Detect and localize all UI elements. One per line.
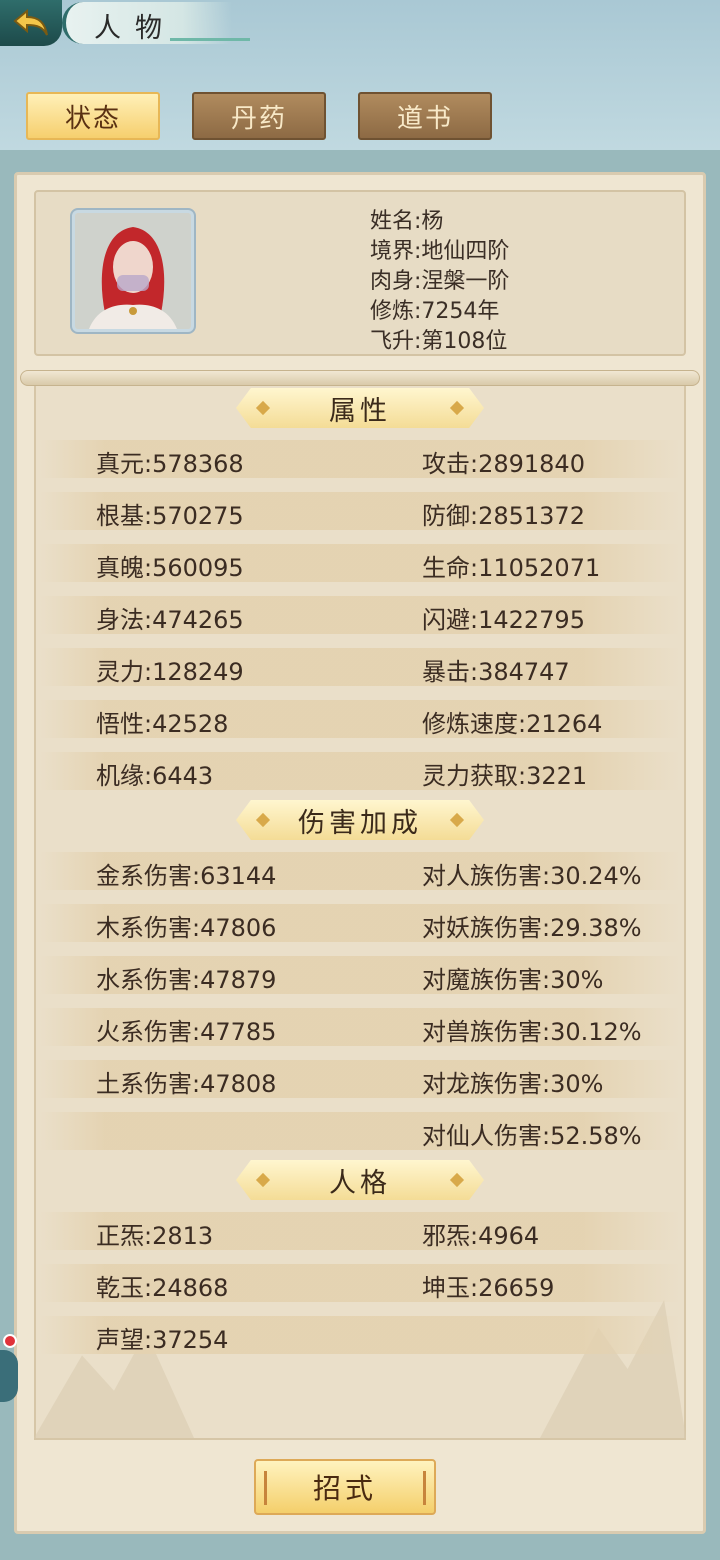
side-drawer-tab[interactable] xyxy=(0,1350,18,1402)
stat-righteous-qi: 正炁:2813 xyxy=(96,1222,214,1250)
stat-dodge: 闪避:1422795 xyxy=(422,606,585,634)
stat-qian-jade: 乾玉:24868 xyxy=(96,1274,229,1302)
tab-pills-label: 丹药 xyxy=(230,103,287,134)
skills-button[interactable]: 招式 xyxy=(254,1459,436,1515)
character-avatar[interactable] xyxy=(72,210,194,332)
stat-evil-qi: 邪炁:4964 xyxy=(422,1222,540,1250)
stat-wood-damage: 木系伤害:47806 xyxy=(96,914,277,942)
stat-true-essence: 真元:578368 xyxy=(96,450,244,478)
stat-defense: 防御:2851372 xyxy=(422,502,585,530)
tab-status-label: 状态 xyxy=(64,103,121,134)
profile-cultivation: 修炼:7254年 xyxy=(370,299,500,324)
tab-daoist-books-label: 道书 xyxy=(396,103,453,134)
stat-vs-demon-damage: 对妖族伤害:29.38% xyxy=(422,914,642,942)
stat-water-damage: 水系伤害:47879 xyxy=(96,966,277,994)
stat-vs-devil-damage: 对魔族伤害:30% xyxy=(422,966,604,994)
section-personality: 人格 xyxy=(236,1160,484,1200)
section-attributes: 属性 xyxy=(236,388,484,428)
notification-dot xyxy=(3,1334,17,1348)
stat-cultivation-speed: 修炼速度:21264 xyxy=(422,710,603,738)
tab-pills[interactable]: 丹药 xyxy=(192,92,326,140)
stat-spirit-gain: 灵力获取:3221 xyxy=(422,762,588,790)
skills-button-label: 招式 xyxy=(312,1472,377,1505)
tab-daoist-books[interactable]: 道书 xyxy=(358,92,492,140)
avatar-portrait-icon xyxy=(75,213,191,329)
stat-kun-jade: 坤玉:26659 xyxy=(422,1274,555,1302)
stat-vs-immortal-damage: 对仙人伤害:52.58% xyxy=(422,1122,642,1150)
page-title: 人物 xyxy=(94,13,176,44)
section-attributes-label: 属性 xyxy=(329,395,391,427)
back-arrow-icon xyxy=(13,8,48,36)
back-button[interactable] xyxy=(0,0,62,46)
title-underline xyxy=(170,38,250,41)
top-bar: 人物 xyxy=(0,0,720,60)
stat-vs-beast-damage: 对兽族伤害:30.12% xyxy=(422,1018,642,1046)
stat-true-soul: 真魄:560095 xyxy=(96,554,244,582)
profile-name: 姓名:杨 xyxy=(370,209,444,234)
section-damage-bonus: 伤害加成 xyxy=(236,800,484,840)
stat-vs-human-damage: 对人族伤害:30.24% xyxy=(422,862,642,890)
stat-attack: 攻击:2891840 xyxy=(422,450,585,478)
stat-agility: 身法:474265 xyxy=(96,606,244,634)
stat-fire-damage: 火系伤害:47785 xyxy=(96,1018,277,1046)
stat-metal-damage: 金系伤害:63144 xyxy=(96,862,277,890)
tab-status[interactable]: 状态 xyxy=(26,92,160,140)
section-personality-label: 人格 xyxy=(329,1167,391,1199)
stat-foundation: 根基:570275 xyxy=(96,502,244,530)
profile-ascension: 飞升:第108位 xyxy=(370,329,508,354)
stat-reputation: 声望:37254 xyxy=(96,1326,229,1354)
scroll-rod xyxy=(20,370,700,386)
stat-spirit-power: 灵力:128249 xyxy=(96,658,244,686)
profile-body: 肉身:涅槃一阶 xyxy=(370,269,510,294)
section-damage-bonus-label: 伤害加成 xyxy=(298,807,422,839)
stat-earth-damage: 土系伤害:47808 xyxy=(96,1070,277,1098)
profile-realm: 境界:地仙四阶 xyxy=(370,239,510,264)
stat-health: 生命:11052071 xyxy=(422,554,601,582)
stat-comprehension: 悟性:42528 xyxy=(96,710,229,738)
stat-critical: 暴击:384747 xyxy=(422,658,570,686)
stat-vs-dragon-damage: 对龙族伤害:30% xyxy=(422,1070,604,1098)
stat-fortune: 机缘:6443 xyxy=(96,762,214,790)
